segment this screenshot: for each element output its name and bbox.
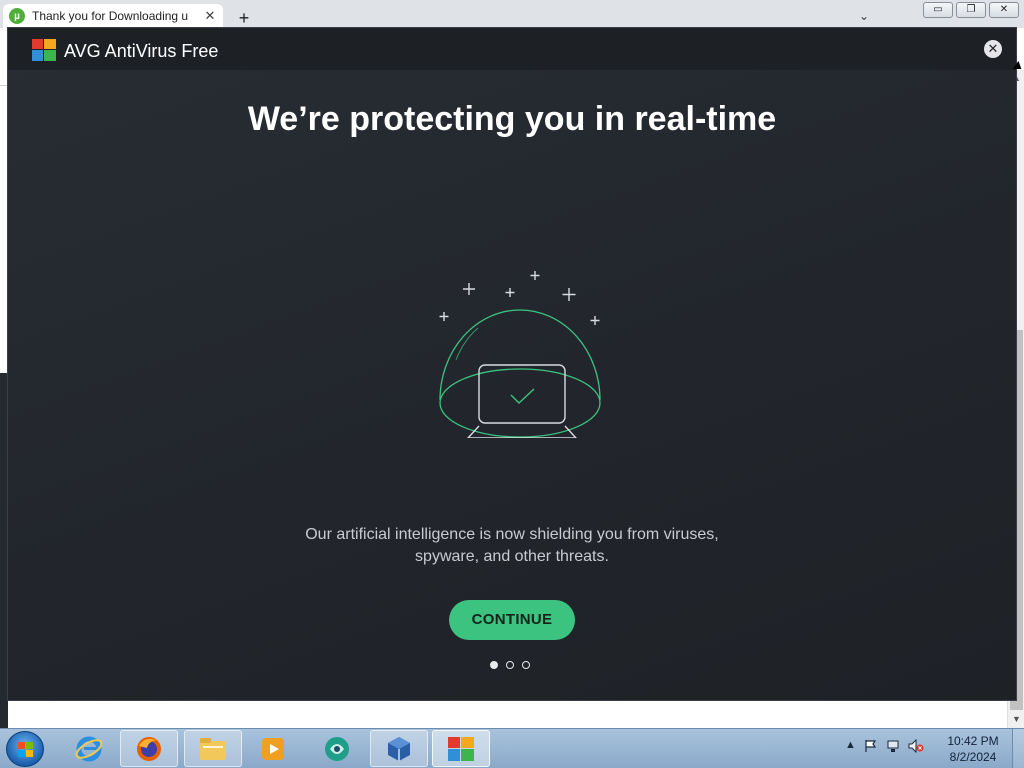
virtualbox-icon — [388, 736, 410, 761]
continue-button[interactable]: CONTINUE — [449, 600, 575, 640]
utorrent-favicon-icon: µ — [9, 8, 25, 24]
media-player-icon — [262, 737, 284, 760]
minimize-button[interactable]: ▭ — [923, 2, 953, 18]
network-icon[interactable] — [886, 739, 900, 753]
avg-logo-icon — [32, 39, 56, 61]
tab-search-chevron-icon[interactable]: ⌄ — [855, 9, 873, 27]
taskbar-virtualbox-button[interactable] — [370, 730, 428, 767]
app-globe-icon — [325, 736, 349, 761]
file-explorer-icon — [200, 737, 226, 760]
action-center-flag-icon[interactable] — [864, 739, 878, 753]
browser-tab[interactable]: µ Thank you for Downloading u ✕ — [3, 4, 223, 28]
scroll-down-icon[interactable]: ▼ — [1008, 711, 1024, 728]
window-controls: ▭ ❐ ✕ — [923, 2, 1019, 18]
tray-expand-icon[interactable]: ▲ — [845, 739, 856, 753]
dialog-title: AVG AntiVirus Free — [64, 41, 219, 61]
volume-muted-icon[interactable] — [908, 739, 924, 753]
body-line-2: spyware, and other threats. — [415, 548, 609, 565]
window-close-button[interactable]: ✕ — [989, 2, 1019, 18]
show-desktop-button[interactable] — [1012, 729, 1024, 768]
clock-time: 10:42 PM — [947, 734, 999, 748]
windows-logo-icon — [18, 742, 33, 757]
system-tray: ▲ — [845, 739, 924, 753]
browser-tab-strip: µ Thank you for Downloading u ✕ + ⌄ ▭ ❐ … — [0, 0, 1024, 28]
new-tab-button[interactable]: + — [234, 9, 254, 29]
page-dot-3[interactable] — [522, 661, 530, 669]
page-indicator — [490, 661, 530, 669]
body-text: Our artificial intelligence is now shiel… — [262, 524, 762, 568]
taskbar-app-button[interactable] — [308, 730, 366, 767]
body-line-1: Our artificial intelligence is now shiel… — [305, 526, 719, 543]
tab-close-icon[interactable]: ✕ — [203, 8, 217, 24]
clock-date: 8/2/2024 — [949, 750, 997, 764]
taskbar-media-player-button[interactable] — [244, 730, 302, 767]
taskbar-explorer-button[interactable] — [184, 730, 242, 767]
firefox-icon — [137, 736, 161, 761]
restore-button[interactable]: ❐ — [956, 2, 986, 18]
taskbar-ie-button[interactable] — [60, 730, 118, 767]
taskbar-firefox-button[interactable] — [120, 730, 178, 767]
taskbar: ▲ 10:42 PM 8/2/2024 — [0, 728, 1024, 768]
page-dot-2[interactable] — [506, 661, 514, 669]
browser-page-edge-dark — [0, 373, 8, 728]
taskbar-avg-button[interactable] — [432, 730, 490, 767]
avg-icon — [448, 736, 474, 761]
browser-page-edge — [0, 85, 8, 373]
headline: We’re protecting you in real-time — [247, 100, 777, 138]
start-button[interactable] — [6, 731, 44, 767]
tab-title: Thank you for Downloading u — [32, 9, 189, 23]
protected-laptop-icon — [439, 271, 601, 438]
avg-dialog: AVG AntiVirus Free ✕ We’re protecting yo… — [8, 28, 1016, 700]
dialog-close-button[interactable]: ✕ — [984, 40, 1002, 58]
dialog-titlebar: AVG AntiVirus Free ✕ — [8, 28, 1016, 70]
taskbar-clock[interactable]: 10:42 PM 8/2/2024 — [940, 733, 1006, 765]
page-dot-1[interactable] — [490, 661, 498, 669]
internet-explorer-icon — [75, 736, 103, 761]
